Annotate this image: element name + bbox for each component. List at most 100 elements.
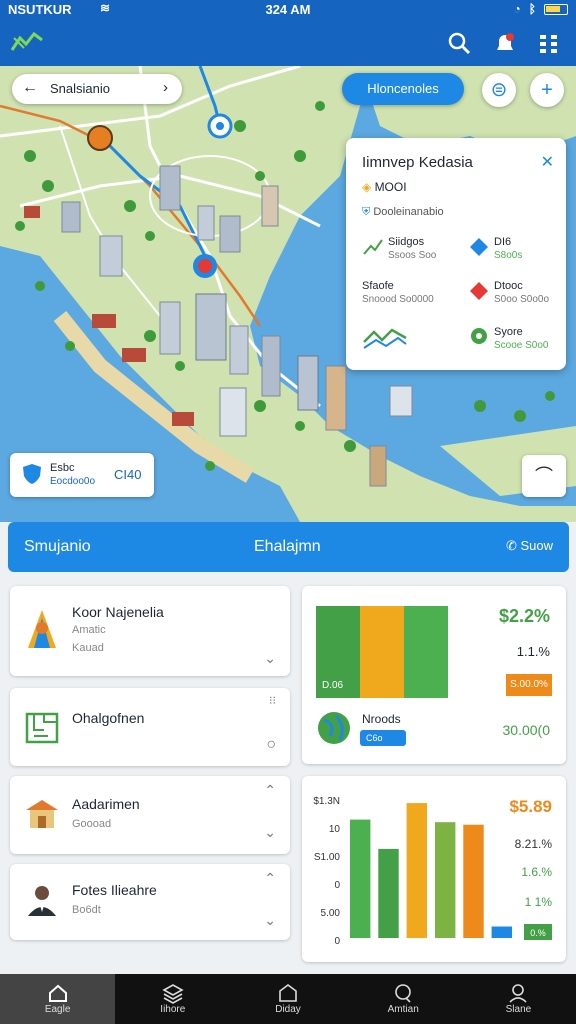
section-banner[interactable]: Smujanio Ehalajmn ✆ Suow (8, 522, 569, 572)
metric-value: S0oo S0o0o (494, 294, 550, 305)
banner-center-label: Ehalajmn (254, 538, 321, 555)
y-tick-label: 0 (334, 936, 340, 947)
list-item-subtitle: Bo6dt (72, 904, 101, 916)
metric-item: Siidgos Ssoos Soo (363, 236, 436, 261)
legend-title: Nroods (362, 712, 401, 726)
metric-label: Dtooc (494, 280, 523, 292)
chart-bar[interactable] (378, 848, 399, 938)
place-chip[interactable]: Esbc Eocdoo0o CI40 (10, 453, 154, 497)
list-item[interactable]: Aadarimen Goooad ⌃ ⌄ (10, 776, 290, 854)
chart-bar[interactable] (491, 926, 512, 939)
nav-home[interactable]: Eagle (0, 974, 116, 1024)
stat-value-top: $2.2% (498, 606, 550, 626)
chevron-up-icon[interactable]: ⌃ (264, 870, 276, 887)
place-chip-value: CI40 (114, 467, 142, 482)
chart-bar[interactable] (350, 819, 371, 938)
nav-label: Amtian (387, 1004, 419, 1015)
clock: 324 AM (265, 2, 311, 17)
stat-percent: 1.1.% (516, 644, 550, 659)
list-item[interactable]: Ohalgofnen ⁝⁝ ○ (10, 688, 290, 766)
y-tick-label: $1.3N (313, 796, 340, 807)
chart-bar[interactable] (435, 822, 456, 938)
metric-label: Siidgos (388, 236, 425, 248)
nav-label: Diday (275, 1004, 301, 1015)
info-card-title: Iimnvep Kedasia (362, 154, 473, 171)
chart-bar[interactable] (463, 824, 484, 938)
metric-item: DI6 S8o0s (470, 236, 523, 261)
metric-value: Snoood So0000 (362, 294, 434, 305)
map-pin-icon (28, 610, 56, 648)
shield-icon: ⛨ (362, 206, 374, 218)
chevron-right-icon[interactable]: › (163, 79, 168, 96)
nav-flag[interactable]: Diday (230, 974, 345, 1024)
app-logo-icon[interactable] (10, 30, 44, 56)
notifications-icon[interactable] (492, 30, 518, 56)
back-arrow-icon[interactable]: ← (22, 79, 38, 97)
agent-avatar-icon (28, 886, 56, 916)
map-thumbnail-icon (363, 328, 407, 349)
info-card-line2-text: Dooleinanabio (373, 206, 444, 218)
expand-icon[interactable]: ⌒ (522, 455, 566, 497)
add-button[interactable]: + (530, 73, 564, 107)
nav-chat[interactable]: Amtian (346, 974, 461, 1024)
stat-badge: S.00.0% (506, 674, 552, 696)
metric-value: Scooe S0o0 (494, 340, 549, 351)
metric-label: Syore (494, 326, 523, 338)
y-tick-label: S1.00 (314, 852, 341, 863)
banner-right-label: Suow (520, 538, 553, 553)
y-tick-label: 10 (329, 824, 341, 835)
status-bar: NSUTKUR ≋ 324 AM ◔ ᛒ (0, 0, 576, 20)
phone-icon: ✆ (505, 538, 521, 553)
chevron-down-icon[interactable]: ⌄ (264, 912, 276, 929)
banner-left-label: Smujanio (24, 538, 91, 555)
metric-item: Syore Scooe S0o0 (471, 326, 549, 351)
chart-card: $1.3N 10 S1.00 0 5.00 0 $5.89 8.21.% 1.6.% 1 1% 0.… (302, 776, 566, 962)
place-chip-title: Esbc (50, 462, 75, 474)
nav-profile[interactable]: Slane (461, 974, 576, 1024)
list-item[interactable]: Fotes Ilieahre Bo6dt ⌃ ⌄ (10, 864, 290, 940)
metric-label: Sfaofe (362, 280, 394, 292)
side-value-label: 8.21.% (515, 837, 553, 851)
status-icons: ◔ ᛒ (514, 2, 568, 16)
share-icon[interactable]: ⊜ (482, 73, 516, 107)
search-bar[interactable]: ← Snalsianio › (12, 74, 182, 104)
list-item-detail: Kauad (72, 642, 104, 654)
battery-icon (544, 3, 568, 15)
search-label[interactable]: Snalsianio (50, 81, 110, 96)
info-card-line2: ⛨ Dooleinanabio (362, 206, 444, 219)
more-icon[interactable]: ⁝⁝ (269, 694, 276, 707)
radio-icon[interactable]: ○ (266, 736, 276, 754)
red-diamond-icon (470, 282, 488, 300)
flag-icon (279, 984, 297, 1002)
y-tick-label: 5.00 (321, 908, 341, 919)
close-icon[interactable]: ✕ (541, 152, 554, 172)
list-item-subtitle: Amatic (72, 624, 106, 636)
nav-label: Eagle (44, 1004, 71, 1015)
pagoda-icon (26, 800, 58, 828)
filter-button[interactable]: Hloncenoles (342, 73, 464, 105)
chevron-down-icon[interactable]: ⌄ (264, 824, 276, 841)
metric-value: S8o0s (494, 250, 523, 261)
bluetooth-icon: ᛒ (528, 2, 536, 16)
banner-call-button[interactable]: ✆ Suow (506, 538, 553, 554)
legend-chip: C6o (360, 730, 406, 746)
info-card-line1: ◈ MOOI (362, 180, 407, 194)
nav-layers[interactable]: Iihore (115, 974, 230, 1024)
trend-icon (363, 239, 383, 255)
stat-value-bottom: 30.00(0 (502, 722, 550, 738)
layers-icon (162, 984, 184, 1004)
search-icon[interactable] (446, 30, 472, 56)
chevron-down-icon[interactable]: ⌄ (264, 650, 276, 667)
list-item-subtitle: Goooad (72, 818, 112, 830)
list-item-title: Fotes Ilieahre (72, 882, 157, 898)
chart-bar[interactable] (406, 803, 427, 938)
metric-item: Sfaofe Snoood So0000 (362, 280, 434, 305)
money-icon: ◈ (362, 180, 375, 194)
bar-label: D.06 (322, 680, 344, 691)
globe-icon (318, 712, 350, 744)
chevron-up-icon[interactable]: ⌃ (264, 782, 276, 799)
menu-grid-icon[interactable] (536, 30, 562, 56)
metric-item: Dtooc S0oo S0o0o (470, 280, 550, 305)
side-value-label: 0.% (530, 928, 546, 938)
list-item[interactable]: Koor Najenelia Amatic Kauad ⌄ (10, 586, 290, 676)
